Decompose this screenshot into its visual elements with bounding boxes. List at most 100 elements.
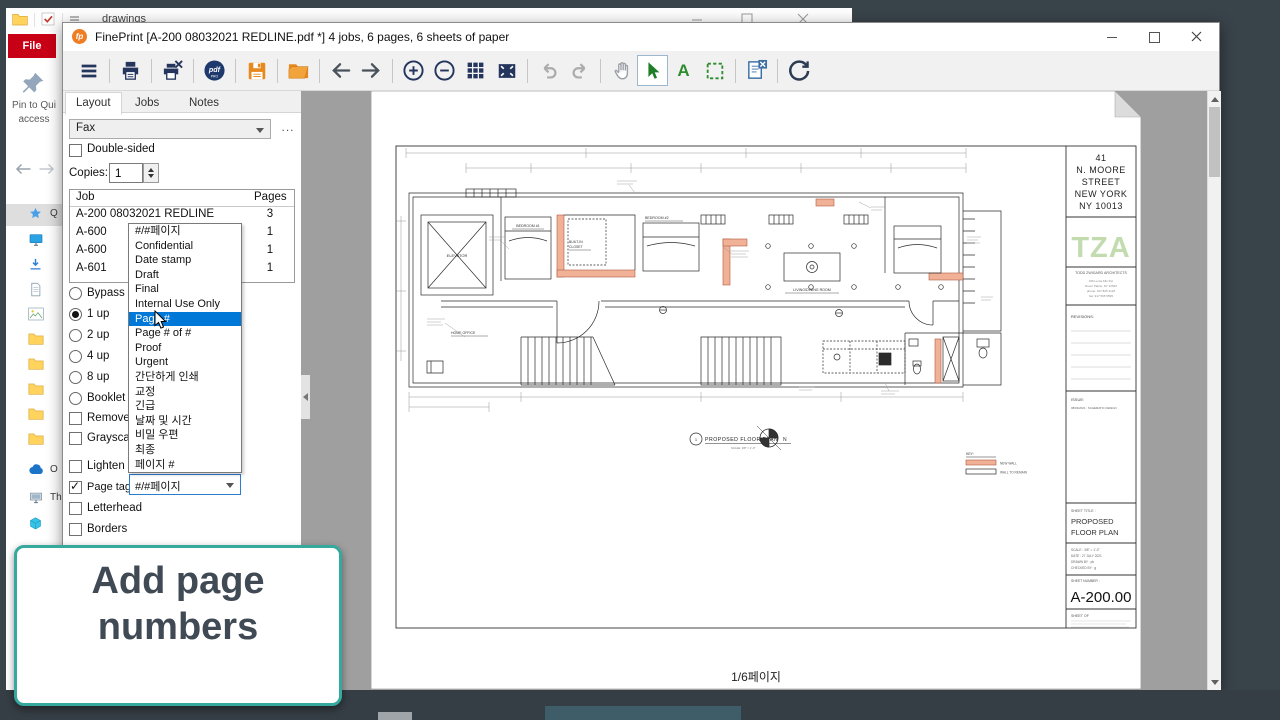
copies-input[interactable]: 1 xyxy=(109,163,143,183)
radio-icon-selected[interactable] xyxy=(69,308,82,321)
print-icon[interactable] xyxy=(115,55,146,86)
text-stamp-tool-icon[interactable]: A xyxy=(668,55,699,86)
sidebar-item-desktop[interactable] xyxy=(6,230,62,252)
checkbox-letterhead[interactable]: Letterhead xyxy=(63,502,301,518)
tag-menu-item[interactable]: #/#페이지 xyxy=(129,224,241,239)
tab-layout[interactable]: Layout xyxy=(65,92,122,115)
tag-menu-item[interactable]: Date stamp xyxy=(129,253,241,268)
checkmark-icon[interactable] xyxy=(40,11,56,32)
thumbnail-view-icon[interactable] xyxy=(460,55,491,86)
checkbox-icon[interactable] xyxy=(69,523,82,536)
save-icon[interactable] xyxy=(241,55,272,86)
preview-area[interactable]: 41 N. MOORE STREET NEW YORK NY 10013 TZA… xyxy=(301,91,1221,691)
sidebar-item-pictures[interactable] xyxy=(6,305,62,327)
sidebar-item-folder[interactable] xyxy=(6,330,62,352)
page-preview[interactable]: 41 N. MOORE STREET NEW YORK NY 10013 TZA… xyxy=(371,91,1141,689)
radio-icon[interactable] xyxy=(69,329,82,342)
open-folder-icon[interactable] xyxy=(283,55,314,86)
pushpin-icon[interactable] xyxy=(20,70,46,101)
tag-menu-item[interactable]: 날짜 및 시간 xyxy=(129,414,241,429)
scroll-up-icon[interactable] xyxy=(1211,97,1219,102)
undo-icon[interactable] xyxy=(533,55,564,86)
tag-menu-item[interactable]: 긴급 xyxy=(129,399,241,414)
svg-text:SHEET NUMBER :: SHEET NUMBER : xyxy=(1071,579,1100,583)
tab-jobs[interactable]: Jobs xyxy=(125,93,169,113)
checkbox[interactable] xyxy=(69,144,82,157)
marquee-tool-icon[interactable] xyxy=(699,55,730,86)
checkbox-icon[interactable] xyxy=(69,432,82,445)
tag-menu-item-highlighted[interactable]: Page # xyxy=(129,312,241,327)
sidebar-item-3d-objects[interactable] xyxy=(6,514,62,536)
divider xyxy=(527,59,528,83)
checkbox-borders[interactable]: Borders xyxy=(63,523,301,539)
pdf-pro-icon[interactable]: pdfPRO xyxy=(199,55,230,86)
back-icon[interactable] xyxy=(14,162,32,181)
forward-icon[interactable] xyxy=(38,162,56,181)
menu-icon[interactable] xyxy=(73,55,104,86)
tag-menu-item[interactable]: 비밀 우편 xyxy=(129,428,241,443)
file-menu-button[interactable]: File xyxy=(8,34,56,58)
column-header-pages: Pages xyxy=(254,191,287,203)
page-tag-combobox[interactable]: #/#페이지 xyxy=(129,474,241,495)
sidebar-item-downloads[interactable] xyxy=(6,255,62,277)
sidebar-item-folder[interactable] xyxy=(6,405,62,427)
titlebar[interactable]: fp FinePrint [A-200 08032021 REDLINE.pdf… xyxy=(63,23,1219,51)
scroll-down-icon[interactable] xyxy=(1211,680,1219,685)
tag-menu-item[interactable]: Draft xyxy=(129,268,241,283)
minimize-button[interactable] xyxy=(1091,23,1133,51)
sidebar-item-onedrive[interactable]: O xyxy=(6,460,62,482)
hand-tool-icon[interactable] xyxy=(606,55,637,86)
svg-text:PRO: PRO xyxy=(211,75,219,79)
close-icon xyxy=(1175,23,1217,51)
job-row[interactable]: A-200 08032021 REDLINE 3 xyxy=(70,206,294,224)
checkbox-icon-checked[interactable] xyxy=(69,481,82,494)
scrollbar-thumb[interactable] xyxy=(1209,107,1220,177)
forward-icon[interactable] xyxy=(356,55,387,86)
tag-menu-item[interactable]: Confidential xyxy=(129,239,241,254)
sidebar-item-quick-access[interactable]: Q xyxy=(6,204,62,226)
tag-menu-item[interactable]: Page # of # xyxy=(129,326,241,341)
minimize-icon xyxy=(1107,37,1117,38)
tag-menu-item[interactable]: 교정 xyxy=(129,385,241,400)
radio-icon[interactable] xyxy=(69,287,82,300)
double-sided-option[interactable]: Double-sided xyxy=(63,143,301,159)
checkbox-icon[interactable] xyxy=(69,502,82,515)
zoom-in-icon[interactable] xyxy=(398,55,429,86)
tag-menu-item[interactable]: Proof xyxy=(129,341,241,356)
back-icon[interactable] xyxy=(325,55,356,86)
tag-menu-item[interactable]: 최종 xyxy=(129,443,241,458)
sidebar-item-folder[interactable] xyxy=(6,355,62,377)
stepper-down-icon[interactable] xyxy=(148,174,154,178)
sidebar-item-folder[interactable] xyxy=(6,380,62,402)
tag-menu-item[interactable]: Urgent xyxy=(129,355,241,370)
tab-notes[interactable]: Notes xyxy=(179,93,229,113)
tag-menu-item[interactable]: Final xyxy=(129,282,241,297)
fit-page-icon[interactable] xyxy=(491,55,522,86)
vertical-scrollbar[interactable] xyxy=(1207,91,1221,691)
folder-icon[interactable] xyxy=(12,12,28,31)
delete-job-icon[interactable] xyxy=(157,55,188,86)
checkbox-icon[interactable] xyxy=(69,412,82,425)
sidebar-item-documents[interactable] xyxy=(6,280,62,302)
sidebar-item-this-pc[interactable]: Th xyxy=(6,488,62,510)
printer-options-button[interactable]: ... xyxy=(277,119,299,139)
checkbox-icon[interactable] xyxy=(69,460,82,473)
copies-stepper[interactable] xyxy=(143,163,159,183)
delete-page-icon[interactable] xyxy=(741,55,772,86)
radio-icon[interactable] xyxy=(69,350,82,363)
tag-menu-item[interactable]: 페이지 # xyxy=(129,458,241,473)
maximize-button[interactable] xyxy=(1133,23,1175,51)
radio-icon[interactable] xyxy=(69,371,82,384)
redo-icon[interactable] xyxy=(564,55,595,86)
tag-menu-item[interactable]: Internal Use Only xyxy=(129,297,241,312)
radio-icon[interactable] xyxy=(69,392,82,405)
tag-menu-item[interactable]: 간단하게 인쇄 xyxy=(129,370,241,385)
refresh-icon[interactable] xyxy=(783,55,814,86)
zoom-out-icon[interactable] xyxy=(429,55,460,86)
sidebar-item-folder[interactable] xyxy=(6,430,62,452)
close-button[interactable] xyxy=(1175,23,1217,51)
panel-splitter-handle[interactable] xyxy=(301,375,310,419)
select-tool-icon[interactable] xyxy=(637,55,668,86)
stepper-up-icon[interactable] xyxy=(148,168,154,172)
printer-select[interactable]: Fax xyxy=(69,119,271,139)
